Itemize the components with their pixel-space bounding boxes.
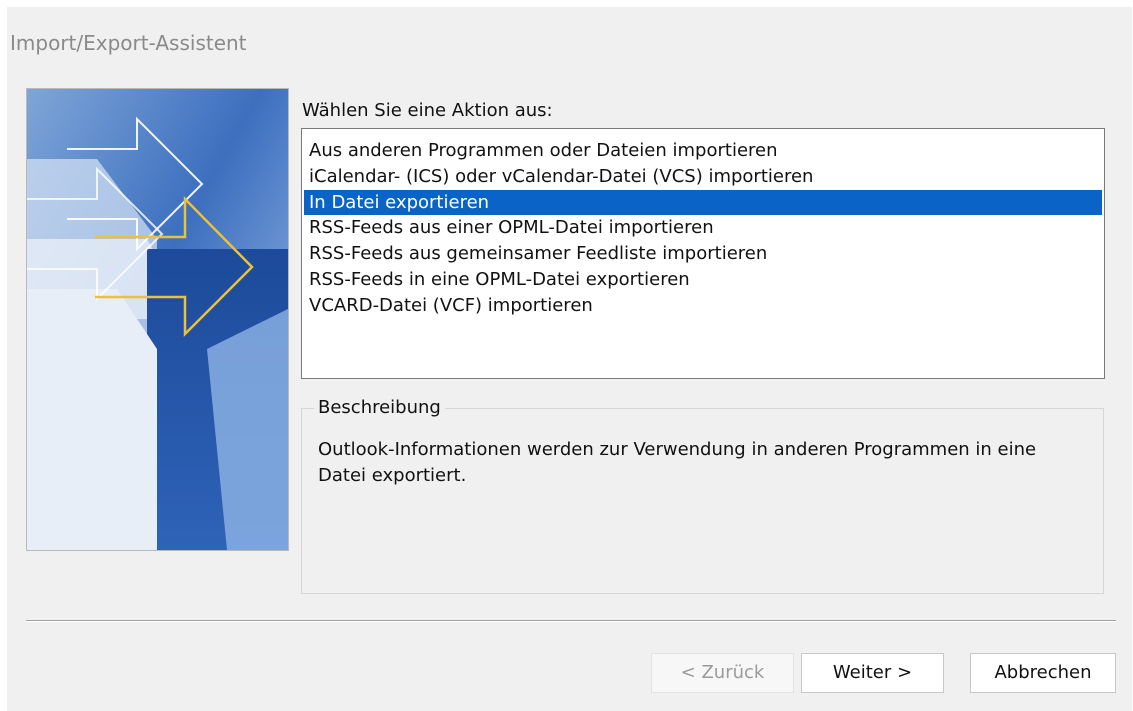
list-item-import-feedlist[interactable]: RSS-Feeds aus gemeinsamer Feedliste impo…	[304, 241, 1102, 267]
import-export-wizard-dialog: Import/Export-Assistent Wählen Sie eine …	[7, 7, 1132, 711]
wizard-graphic-icon	[26, 88, 289, 551]
list-item-import-opml[interactable]: RSS-Feeds aus einer OPML-Datei importier…	[304, 215, 1102, 241]
list-item-export-opml[interactable]: RSS-Feeds in eine OPML-Datei exportieren	[304, 267, 1102, 293]
dialog-title: Import/Export-Assistent	[10, 31, 247, 55]
footer-divider	[26, 620, 1116, 622]
description-group: Beschreibung Outlook-Informationen werde…	[301, 397, 1104, 594]
cancel-button[interactable]: Abbrechen	[970, 653, 1116, 693]
next-button[interactable]: Weiter >	[801, 653, 944, 693]
list-item-import-vcard[interactable]: VCARD-Datei (VCF) importieren	[304, 293, 1102, 319]
list-item-export-file[interactable]: In Datei exportieren	[304, 189, 1102, 216]
back-button[interactable]: < Zurück	[651, 653, 794, 693]
description-label: Beschreibung	[314, 397, 445, 418]
list-item-import-icalendar[interactable]: iCalendar- (ICS) oder vCalendar-Datei (V…	[304, 164, 1102, 190]
action-listbox[interactable]: Aus anderen Programmen oder Dateien impo…	[301, 128, 1105, 379]
description-text: Outlook-Informationen werden zur Verwend…	[318, 439, 1037, 486]
action-prompt-label: Wählen Sie eine Aktion aus:	[302, 100, 553, 121]
list-item-import-programs[interactable]: Aus anderen Programmen oder Dateien impo…	[304, 138, 1102, 164]
